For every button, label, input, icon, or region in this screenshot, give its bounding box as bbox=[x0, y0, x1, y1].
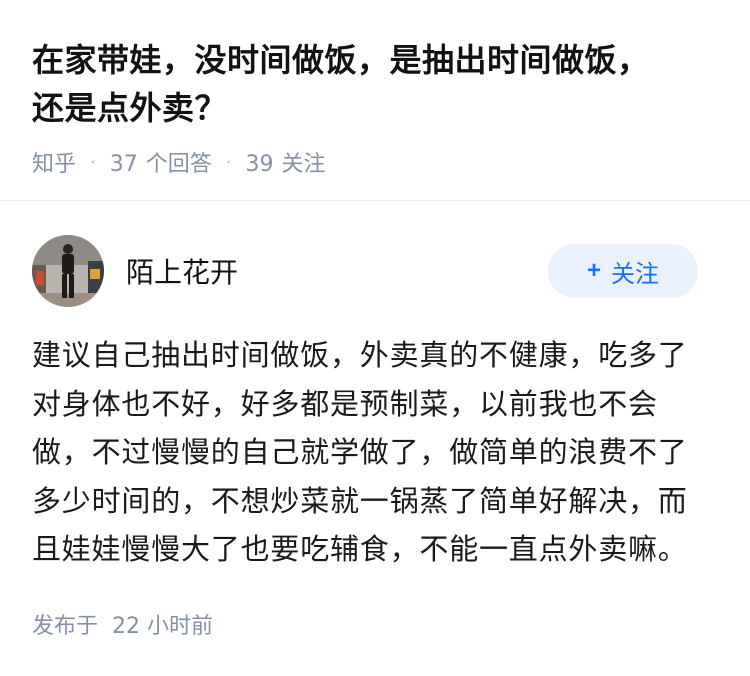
author-info[interactable]: 陌上花开 bbox=[32, 235, 238, 307]
avatar[interactable] bbox=[32, 235, 104, 307]
answer-line: 且娃娃慢慢大了也要吃辅食，不能一直点外卖嘛。 bbox=[32, 532, 688, 566]
answer-line: 做，不过慢慢的自己就学做了，做简单的浪费不了 bbox=[32, 435, 688, 469]
follow-count[interactable]: 39 关注 bbox=[246, 146, 326, 178]
author-row: 陌上花开 + 关注 bbox=[32, 234, 698, 308]
answer-count-label: 个回答 bbox=[145, 152, 212, 177]
divider bbox=[0, 200, 750, 201]
question-meta: 知乎 · 37 个回答 · 39 关注 bbox=[32, 142, 718, 182]
question-title-line-2: 还是点外卖？ bbox=[32, 89, 228, 127]
plus-icon: + bbox=[586, 257, 601, 284]
posted-time-value: 22 小时前 bbox=[112, 614, 214, 639]
answer-line: 多少时间的，不想炒菜就一锅蒸了简单好解决，而 bbox=[32, 483, 688, 518]
avatar-image bbox=[32, 235, 104, 307]
meta-separator: · bbox=[225, 151, 232, 173]
follow-count-value: 39 bbox=[245, 152, 274, 177]
answer-line: 建议自己抽出时间做饭，外卖真的不健康，吃多了 bbox=[32, 338, 688, 372]
follow-button-label: 关注 bbox=[611, 260, 659, 288]
follow-count-label: 关注 bbox=[281, 152, 326, 177]
posted-label: 发布于 bbox=[32, 614, 99, 639]
answer-count-value: 37 bbox=[109, 152, 138, 177]
author-name[interactable]: 陌上花开 bbox=[126, 251, 238, 291]
meta-separator: · bbox=[90, 151, 96, 173]
question-header: 在家带娃，没时间做饭，是抽出时间做饭， 还是点外卖？ 知乎 · 37 个回答 · … bbox=[0, 0, 750, 182]
source-label[interactable]: 知乎 bbox=[32, 146, 76, 178]
follow-button[interactable]: + 关注 bbox=[548, 244, 698, 298]
post-time: 发布于 22 小时前 bbox=[32, 608, 213, 640]
answer-line: 对身体也不好，好多都是预制菜，以前我也不会 bbox=[32, 386, 658, 421]
answer-page: 在家带娃，没时间做饭，是抽出时间做饭， 还是点外卖？ 知乎 · 37 个回答 · … bbox=[0, 0, 750, 676]
answer-count[interactable]: 37 个回答 bbox=[110, 146, 212, 178]
answer-content[interactable]: 建议自己抽出时间做饭，外卖真的不健康，吃多了 对身体也不好，好多都是预制菜，以前… bbox=[32, 331, 722, 574]
question-title-line-1: 在家带娃，没时间做饭，是抽出时间做饭， bbox=[32, 41, 650, 79]
question-title[interactable]: 在家带娃，没时间做饭，是抽出时间做饭， 还是点外卖？ bbox=[32, 36, 718, 132]
